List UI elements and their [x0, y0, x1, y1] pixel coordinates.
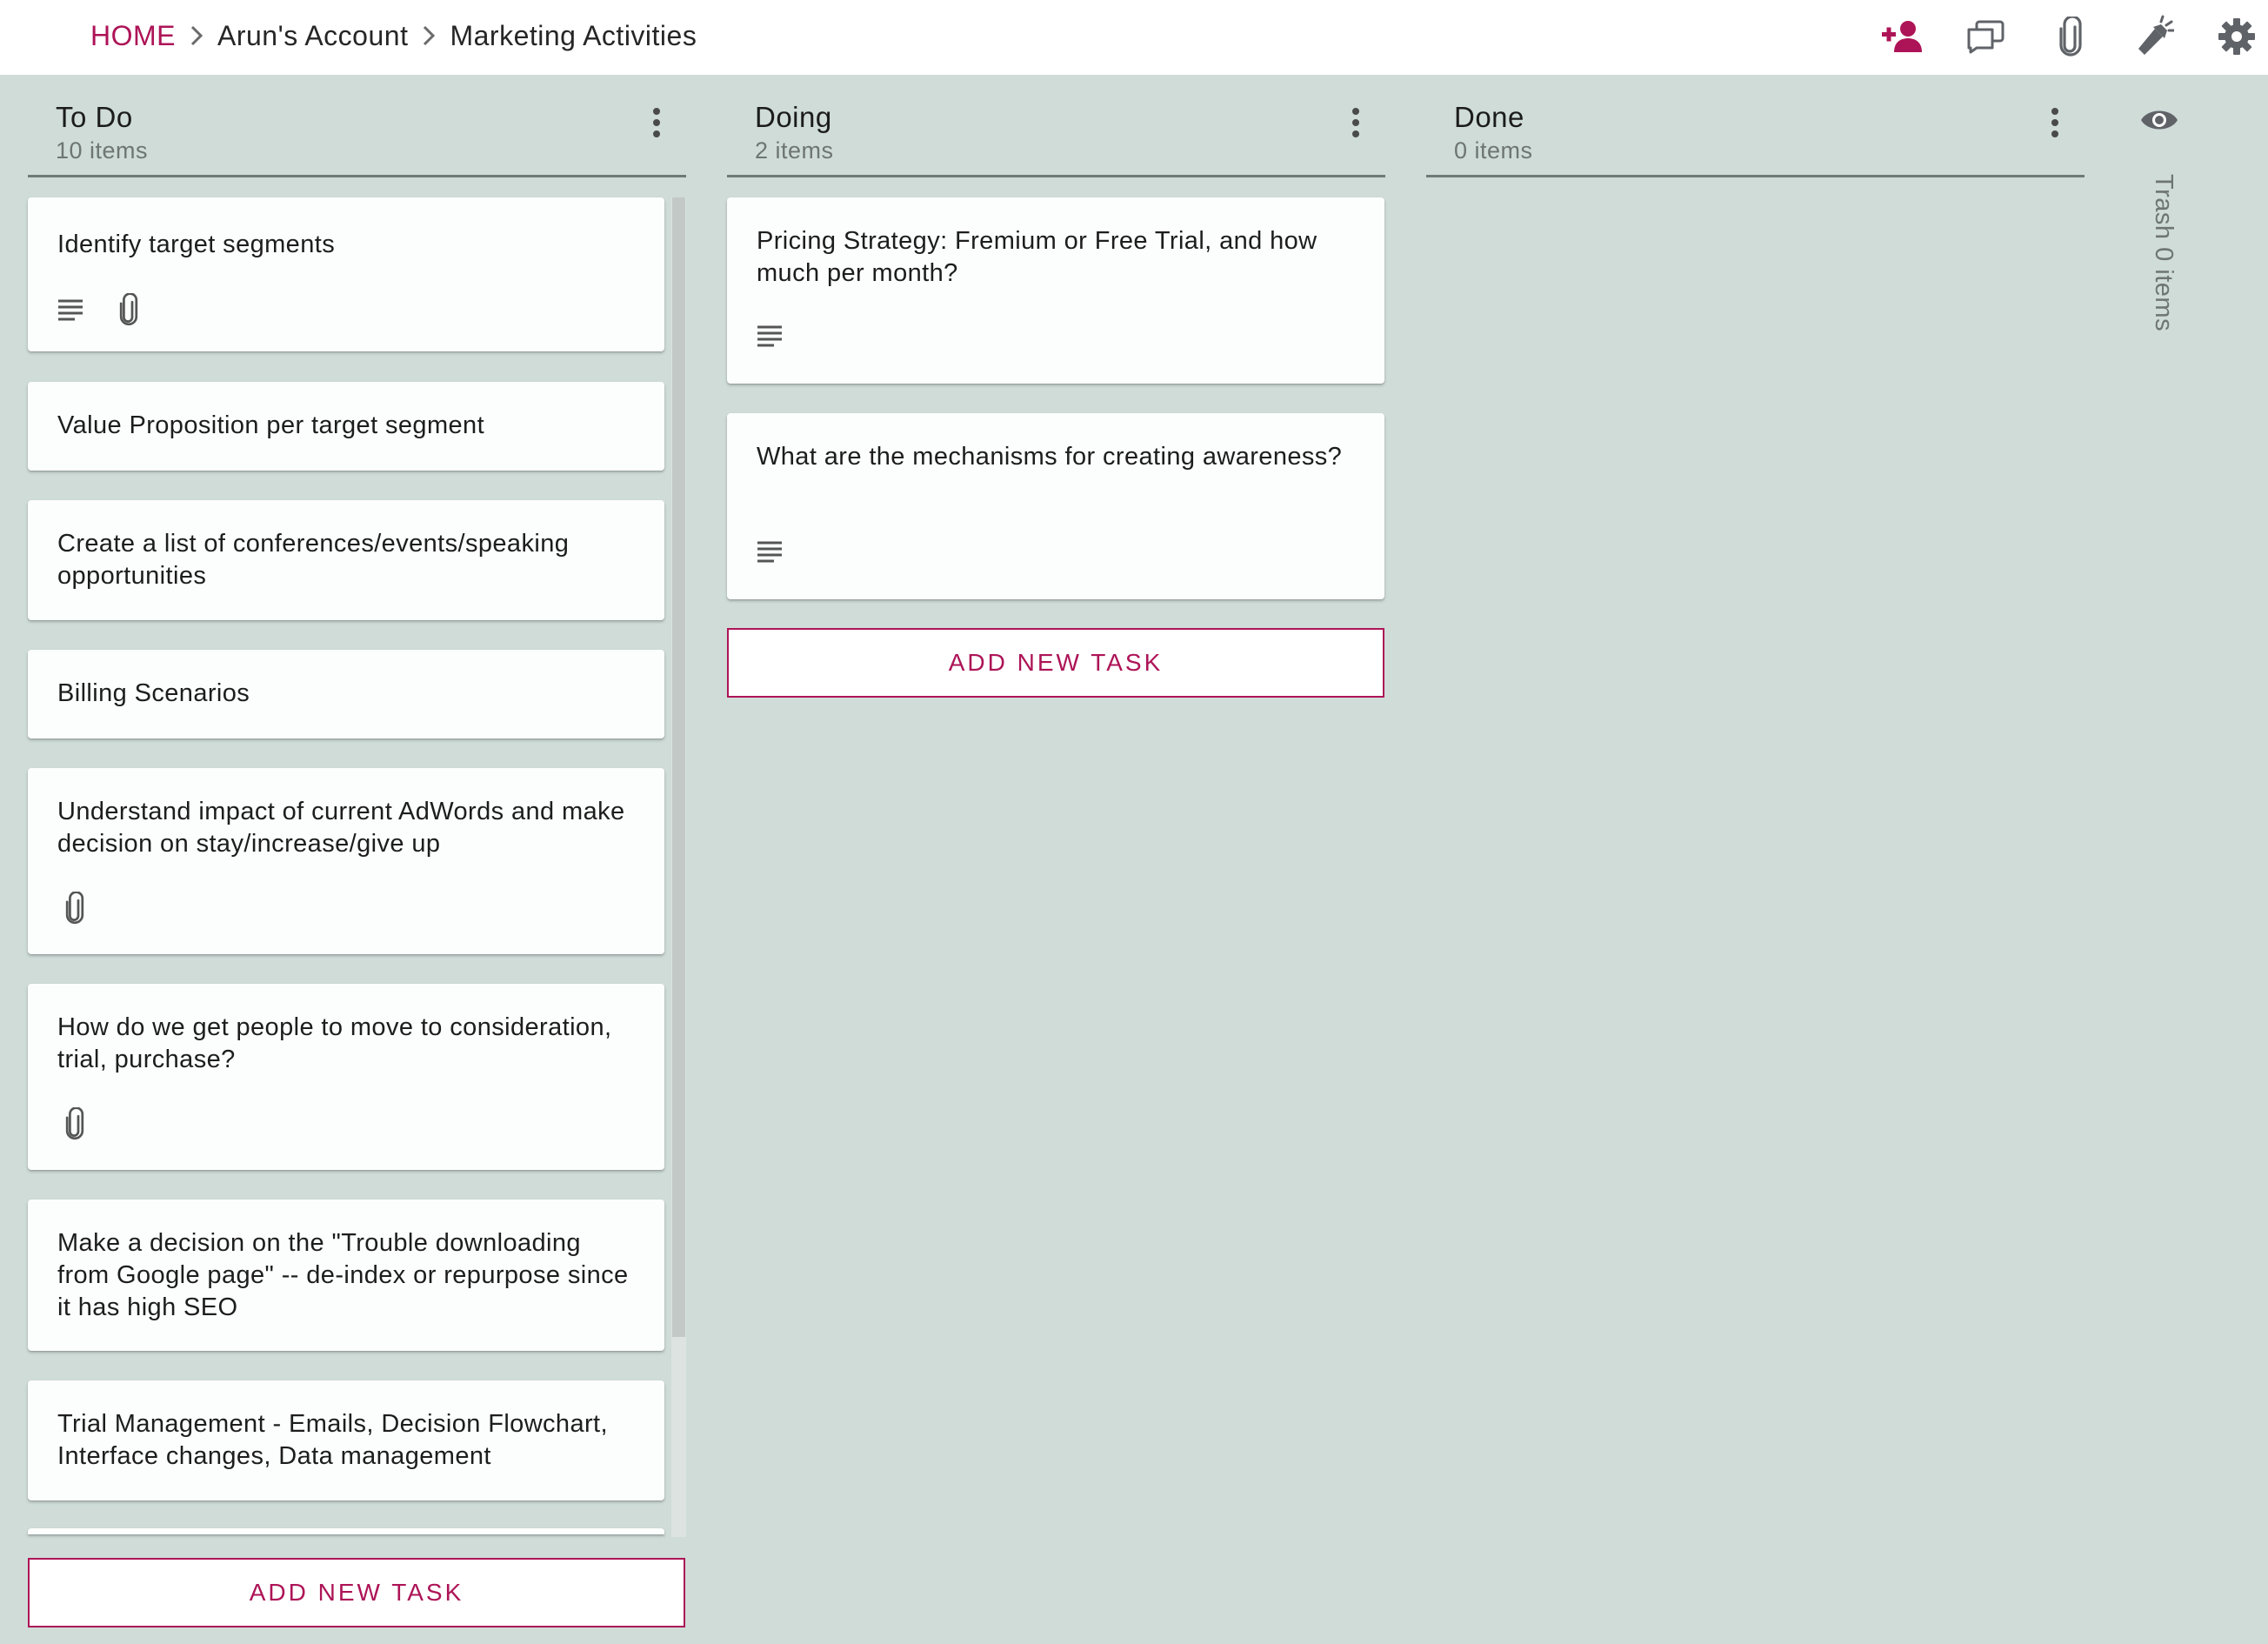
- task-title: Identify target segments: [57, 231, 336, 258]
- chevron-right-icon: [408, 23, 450, 48]
- task-card[interactable]: Billing Scenarios: [28, 650, 664, 738]
- scrollbar-thumb[interactable]: [672, 197, 685, 1337]
- task-card[interactable]: Value Proposition per target segment: [28, 382, 664, 471]
- task-title: Pricing Strategy: Fremium or Free Trial,…: [757, 227, 1317, 287]
- column-header: Done 0 items: [1426, 75, 2085, 177]
- task-card[interactable]: Pricing Strategy: Fremium or Free Trial,…: [727, 197, 1384, 384]
- task-title: How do we get people to move to consider…: [57, 1013, 612, 1073]
- task-card[interactable]: Trial Management - Emails, Decision Flow…: [28, 1380, 664, 1500]
- task-title: Make a decision on the "Trouble download…: [57, 1229, 629, 1321]
- task-card[interactable]: Understand impact of current AdWords and…: [28, 768, 664, 954]
- column-header: Doing 2 items: [727, 75, 1385, 177]
- add-new-task-button[interactable]: ADD NEW TASK: [727, 628, 1384, 698]
- breadcrumb: HOME Arun's Account Marketing Activities: [90, 0, 697, 71]
- column-item-count: 10 items: [56, 137, 149, 164]
- chevron-right-icon: [176, 23, 217, 48]
- eye-icon[interactable]: [2139, 106, 2179, 141]
- task-title: Trial Management - Emails, Decision Flow…: [57, 1410, 608, 1470]
- task-card[interactable]: Identify target segments: [28, 197, 664, 351]
- settings-icon[interactable]: [2214, 14, 2259, 59]
- attachment-icon: [118, 293, 139, 326]
- breadcrumb-account-link[interactable]: Arun's Account: [217, 20, 408, 52]
- task-title: Billing Scenarios: [57, 679, 250, 707]
- task-card[interactable]: What are the mechanisms for creating awa…: [727, 413, 1384, 599]
- add-new-task-button[interactable]: ADD NEW TASK: [28, 1558, 685, 1627]
- task-card[interactable]: How do we get people to move to consider…: [28, 984, 664, 1170]
- more-vert-icon[interactable]: [1351, 108, 1361, 139]
- task-card[interactable]: Create a list of conferences/events/spea…: [28, 500, 664, 620]
- task-card[interactable]: [28, 1528, 664, 1534]
- attachment-icon: [64, 892, 85, 925]
- add-member-icon[interactable]: [1880, 14, 1925, 59]
- column-item-count: 0 items: [1454, 137, 1533, 164]
- column-title: Done: [1454, 101, 1524, 133]
- column-doing: Doing 2 items: [727, 75, 1385, 177]
- attachment-icon: [64, 1107, 85, 1140]
- breadcrumb-home-link[interactable]: HOME: [90, 20, 176, 52]
- column-header: To Do 10 items: [28, 75, 686, 177]
- column-title: To Do: [56, 101, 133, 133]
- top-bar: HOME Arun's Account Marketing Activities: [0, 0, 2268, 75]
- task-title: Value Proposition per target segment: [57, 411, 485, 439]
- more-vert-icon[interactable]: [2050, 108, 2060, 139]
- comments-icon[interactable]: [1964, 14, 2009, 59]
- flashlight-icon[interactable]: [2131, 14, 2177, 59]
- description-icon: [57, 298, 83, 321]
- column-item-count: 2 items: [755, 137, 834, 164]
- task-title: Understand impact of current AdWords and…: [57, 798, 625, 858]
- column-todo: To Do 10 items: [28, 75, 686, 177]
- attachment-icon[interactable]: [2048, 14, 2093, 59]
- description-icon: [757, 540, 783, 563]
- trash-label[interactable]: Trash 0 items: [2149, 174, 2178, 331]
- task-title: Create a list of conferences/events/spea…: [57, 530, 570, 590]
- more-vert-icon[interactable]: [651, 108, 662, 139]
- column-done: Done 0 items: [1426, 75, 2085, 177]
- breadcrumb-board-title: Marketing Activities: [450, 19, 697, 51]
- column-title: Doing: [755, 101, 832, 133]
- description-icon: [757, 324, 783, 347]
- task-title: What are the mechanisms for creating awa…: [757, 443, 1343, 471]
- task-card[interactable]: Make a decision on the "Trouble download…: [28, 1200, 664, 1351]
